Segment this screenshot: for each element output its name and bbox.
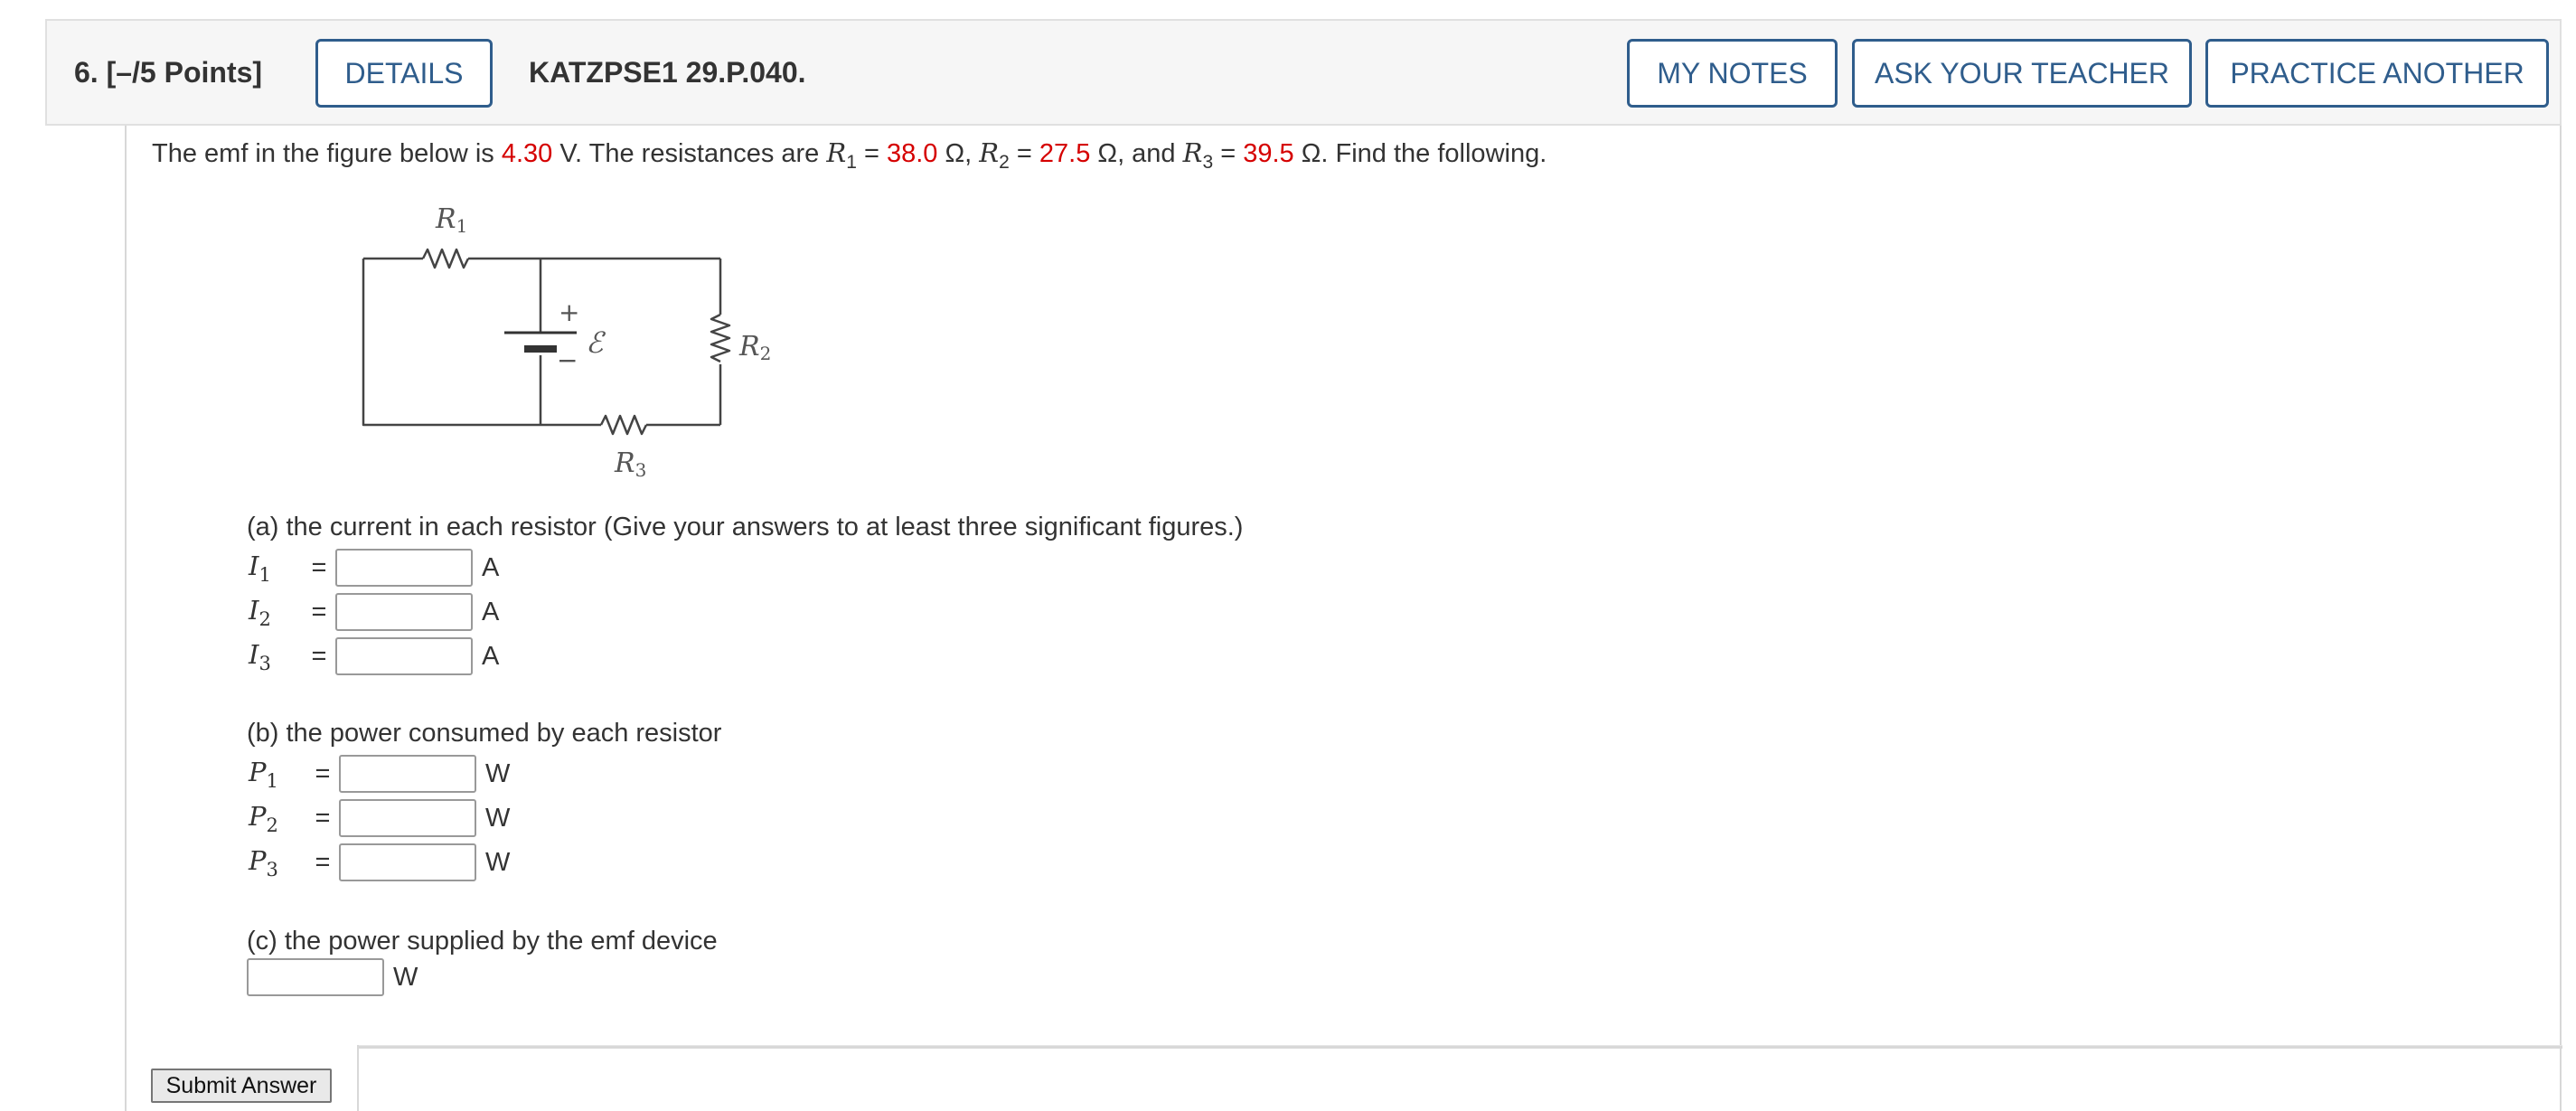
part-a-title: (a) the current in each resistor (Give y…	[247, 513, 1244, 541]
emf-label: ℰ	[586, 325, 606, 360]
divider	[357, 1045, 2562, 1049]
emf-power-input[interactable]	[247, 958, 384, 996]
r1-symbol: R	[826, 137, 847, 168]
r2-value: 27.5	[1039, 139, 1091, 168]
emf-value: 4.30	[501, 139, 553, 168]
equals: =	[311, 597, 327, 626]
unit-label: W	[393, 962, 418, 992]
p1-label: P1	[249, 756, 278, 792]
r3-value: 39.5	[1243, 139, 1294, 168]
r2-subscript: 2	[999, 151, 1010, 173]
equals: =	[311, 552, 327, 582]
question-number: 6. [–/5 Points]	[74, 56, 263, 89]
unit-label: A	[482, 552, 500, 582]
p1-input[interactable]	[339, 755, 476, 793]
answer-row-i2: I2 = A	[249, 593, 499, 631]
answer-row-power-emf: W	[247, 958, 418, 996]
part-c-title: (c) the power supplied by the emf device	[247, 927, 718, 956]
i3-label: I3	[249, 638, 271, 674]
problem-text: The emf in the figure below is	[152, 139, 502, 168]
details-button[interactable]: DETAILS	[315, 39, 493, 108]
practice-another-button[interactable]: PRACTICE ANOTHER	[2205, 39, 2549, 108]
answer-row-i3: I3 = A	[249, 637, 499, 675]
ask-your-teacher-button[interactable]: ASK YOUR TEACHER	[1852, 39, 2192, 108]
unit-label: W	[485, 758, 511, 788]
answer-row-p2: P2 = W	[249, 799, 510, 837]
question-header: 6. [–/5 Points] DETAILS KATZPSE1 29.P.04…	[45, 19, 2562, 126]
r2-label: R2	[738, 331, 771, 364]
circuit-wire	[362, 259, 541, 427]
r1-value: 38.0	[886, 139, 938, 168]
r3-subscript: 3	[1202, 151, 1214, 173]
minus-sign: −	[557, 345, 578, 375]
question-code: KATZPSE1 29.P.040.	[529, 56, 806, 89]
p3-label: P3	[249, 844, 278, 880]
unit-label: W	[485, 847, 511, 877]
equals: =	[315, 847, 331, 877]
i2-label: I2	[249, 594, 271, 630]
r1-subscript: 1	[846, 151, 857, 173]
unit-label: A	[482, 641, 500, 671]
equals: =	[311, 641, 327, 671]
i1-input[interactable]	[335, 549, 473, 587]
answer-row-p3: P3 = W	[249, 843, 510, 881]
r3-label: R3	[614, 447, 646, 481]
equals: =	[315, 803, 331, 833]
r1-label: R1	[435, 203, 467, 237]
unit-label: A	[482, 597, 500, 626]
problem-statement: The emf in the figure below is 4.30 V. T…	[152, 137, 1547, 174]
r3-symbol: R	[1182, 137, 1203, 168]
r2-resistor	[710, 313, 731, 363]
p2-label: P2	[249, 800, 278, 836]
unit-label: W	[485, 803, 511, 833]
answer-row-i1: I1 = A	[249, 549, 499, 587]
r1-resistor	[421, 248, 470, 269]
i1-label: I1	[249, 550, 271, 586]
equals: =	[1213, 139, 1244, 168]
submit-answer-button[interactable]: Submit Answer	[151, 1069, 332, 1103]
answer-row-p1: P1 = W	[249, 755, 510, 793]
plus-sign: +	[559, 297, 579, 327]
circuit-diagram: R1 R2 R3 ℰ + −	[362, 203, 771, 481]
p3-input[interactable]	[339, 843, 476, 881]
problem-text: Ω. Find the following.	[1293, 139, 1547, 168]
r2-symbol: R	[979, 137, 1000, 168]
my-notes-button[interactable]: MY NOTES	[1627, 39, 1838, 108]
i2-input[interactable]	[335, 593, 473, 631]
equals: =	[856, 139, 887, 168]
ohm-unit: Ω, and	[1090, 139, 1183, 168]
part-b-title: (b) the power consumed by each resistor	[247, 719, 722, 748]
i3-input[interactable]	[335, 637, 473, 675]
equals: =	[1009, 139, 1039, 168]
problem-text: V. The resistances are	[552, 139, 827, 168]
ohm-unit: Ω,	[937, 139, 980, 168]
divider	[357, 1045, 359, 1111]
r3-resistor	[599, 414, 648, 436]
equals: =	[315, 758, 331, 788]
p2-input[interactable]	[339, 799, 476, 837]
